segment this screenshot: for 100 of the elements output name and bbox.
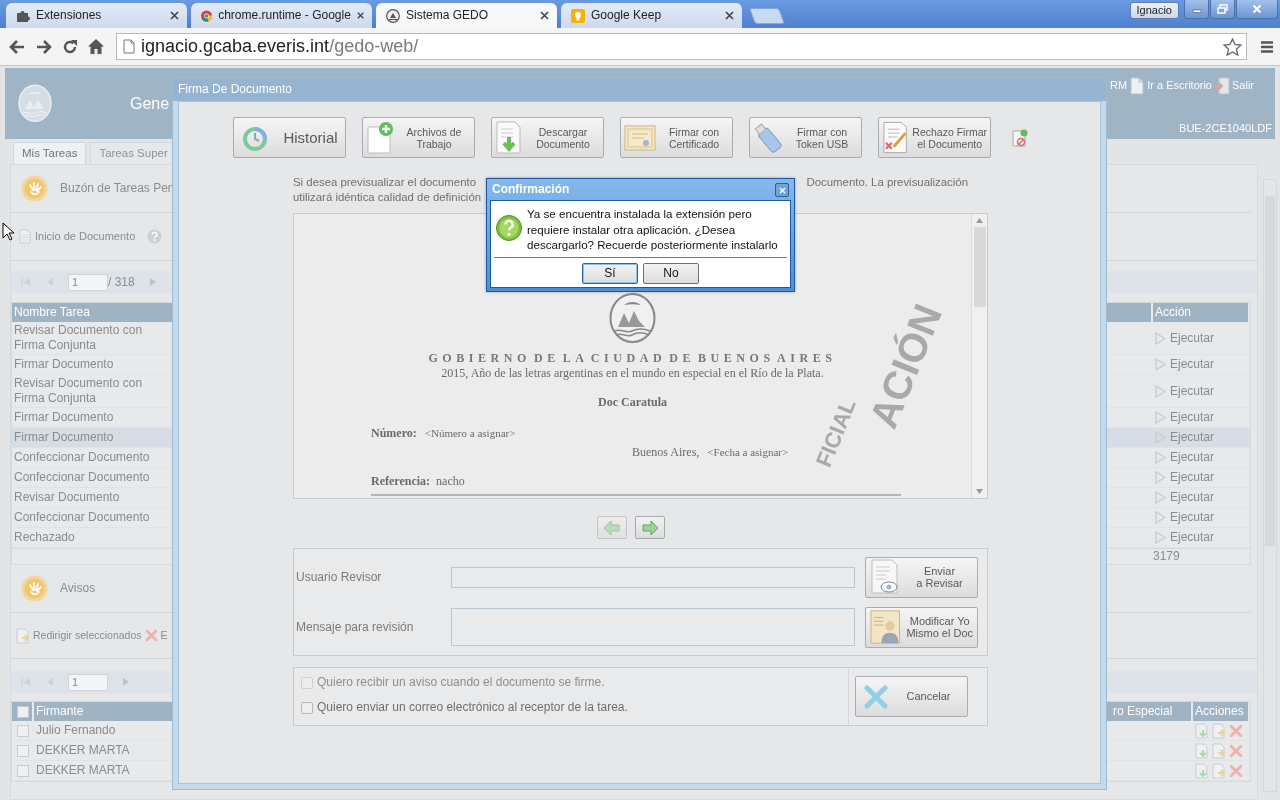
reload-icon xyxy=(62,38,78,55)
section-title: Avisos xyxy=(60,581,96,596)
close-icon xyxy=(356,11,364,20)
action-link[interactable]: E xyxy=(160,628,168,643)
toolbar-button[interactable]: Historial xyxy=(233,117,346,158)
total-count: 3179 xyxy=(1153,549,1180,564)
back-icon xyxy=(8,38,26,55)
signer-name: DEKKER MARTA xyxy=(36,763,130,778)
document-motto: 2015, Año de las letras argentinas en el mundo en especial en el Río de la Plata. xyxy=(441,366,824,381)
page-field[interactable]: 1 xyxy=(68,273,108,291)
tab[interactable]: Mis Tareas xyxy=(13,142,87,164)
execute-link[interactable]: Ejecutar xyxy=(1170,450,1215,465)
checkbox[interactable] xyxy=(17,724,29,737)
cancel-button[interactable]: Cancelar xyxy=(855,676,968,717)
start-document-link[interactable]: Inicio de Documento xyxy=(35,229,136,244)
delete-icon xyxy=(1229,743,1243,758)
profile-button[interactable]: Ignacio xyxy=(1129,2,1179,19)
address-bar[interactable]: ignacio.gcaba.everis.int/gedo-web/ xyxy=(116,33,1247,60)
message-field[interactable] xyxy=(451,608,855,646)
close-icon xyxy=(540,11,549,20)
emblem-icon xyxy=(386,8,400,23)
execute-link[interactable]: Ejecutar xyxy=(1170,330,1215,346)
close-button[interactable] xyxy=(1236,0,1278,19)
field-value: nacho xyxy=(436,474,465,489)
checkbox[interactable] xyxy=(17,705,29,718)
task-name: Confeccionar Documento xyxy=(14,470,150,485)
execute-link[interactable]: Ejecutar xyxy=(1170,357,1215,372)
task-name: Confeccionar Documento xyxy=(14,510,150,525)
page-icon xyxy=(1129,77,1146,95)
document-arrow-icon xyxy=(1212,762,1226,779)
field-label: Mensaje para revisión xyxy=(296,619,415,635)
play-icon xyxy=(1155,511,1166,524)
dialog-message: Ya se encuentra instalada la extensión pero requiere instalar otra aplicación. ¿Desea descargarlo? Recuerde posteriormente instalarlo xyxy=(527,206,778,253)
cancel-icon xyxy=(864,684,888,709)
execute-link[interactable]: Ejecutar xyxy=(1170,530,1215,545)
delete-icon xyxy=(1229,763,1243,778)
checkbox[interactable] xyxy=(17,744,29,757)
document-download-icon xyxy=(1195,722,1209,739)
action-link[interactable]: Redirigir seleccionados xyxy=(33,628,142,643)
cursor-icon xyxy=(2,222,14,241)
next-button[interactable] xyxy=(634,516,665,539)
task-name: Revisar Documento con Firma Conjunta xyxy=(14,323,144,353)
emblem-icon xyxy=(609,293,656,343)
tricolor-circle-icon xyxy=(201,8,213,23)
close-button[interactable] xyxy=(775,183,789,197)
help-icon xyxy=(147,229,163,244)
toolbar-button[interactable]: Firmar con Certificado xyxy=(620,117,733,158)
toolbar-button[interactable]: Archivos de Trabajo xyxy=(362,117,475,158)
left-arrow-icon xyxy=(601,518,622,537)
browser-tab[interactable]: chrome.runtime - Google xyxy=(191,3,372,28)
task-name: Revisar Documento con Firma Conjunta xyxy=(14,376,144,406)
modify-button[interactable]: Modificar Yo Mismo el Doc xyxy=(865,606,978,648)
column-header: Acciones xyxy=(1193,702,1250,721)
task-name: Revisar Documento xyxy=(14,490,120,505)
restore-button[interactable] xyxy=(1210,0,1235,19)
document-arrow-icon xyxy=(1212,742,1226,759)
toolbar-button[interactable]: Firmar con Token USB xyxy=(749,117,862,158)
menu-icon xyxy=(1260,39,1274,54)
execute-link[interactable]: Ejecutar xyxy=(1170,470,1215,485)
minimize-button[interactable] xyxy=(1184,0,1209,19)
toolbar-button[interactable]: Rechazo Firmar el Documento xyxy=(878,117,991,158)
header-link[interactable]: Salir xyxy=(1232,79,1254,93)
dialog-button[interactable]: No xyxy=(643,263,699,284)
execute-link[interactable]: Ejecutar xyxy=(1170,410,1215,425)
page-icon xyxy=(123,39,135,54)
checkbox[interactable] xyxy=(17,764,29,777)
execute-link[interactable]: Ejecutar xyxy=(1170,490,1215,505)
question-icon xyxy=(496,214,522,242)
dialog-title: Firma De Documento xyxy=(173,78,1106,101)
puzzle-icon xyxy=(16,8,30,23)
field-label: Usuario Revisor xyxy=(296,569,383,585)
field-label: Referencia: xyxy=(371,474,431,489)
browser-tab[interactable]: Google Keep xyxy=(561,3,742,28)
delete-icon xyxy=(1229,723,1243,738)
dialog-button[interactable]: Sí xyxy=(582,263,638,284)
header-link[interactable]: Ir a Escritorio xyxy=(1147,79,1212,93)
document-download-icon xyxy=(1195,762,1209,779)
add-file-icon xyxy=(366,120,394,155)
task-name: Firmar Documento xyxy=(14,430,114,445)
url-text: ignacio.gcaba.everis.int/gedo-web/ xyxy=(141,35,419,58)
execute-link[interactable]: Ejecutar xyxy=(1170,510,1215,525)
checkbox[interactable] xyxy=(301,701,313,714)
execute-link[interactable]: Ejecutar xyxy=(1170,383,1215,399)
document-eye-icon xyxy=(870,559,900,595)
notice-text: utilizará idéntica calidad de definición xyxy=(293,190,482,205)
task-name: Rechazado xyxy=(14,530,75,545)
user-code: BUE-2CE1040LDF xyxy=(1179,122,1272,136)
document-download-icon xyxy=(1195,742,1209,759)
new-tab-button[interactable] xyxy=(749,8,785,24)
toolbar-button[interactable]: Descargar Documento xyxy=(491,117,604,158)
browser-tab[interactable]: Extensiones xyxy=(6,3,187,28)
page-field[interactable]: 1 xyxy=(68,673,108,691)
lightbulb-icon xyxy=(571,8,585,23)
reviewer-field[interactable] xyxy=(451,566,855,588)
browser-tab[interactable]: Sistema GEDO xyxy=(376,3,557,28)
header-link[interactable]: RM xyxy=(1110,79,1128,93)
send-review-button[interactable]: Enviar a Revisar xyxy=(865,556,978,598)
document-title: Doc Caratula xyxy=(598,395,667,410)
scrollbar-thumb[interactable] xyxy=(973,227,986,307)
scrollbar[interactable] xyxy=(971,214,987,498)
